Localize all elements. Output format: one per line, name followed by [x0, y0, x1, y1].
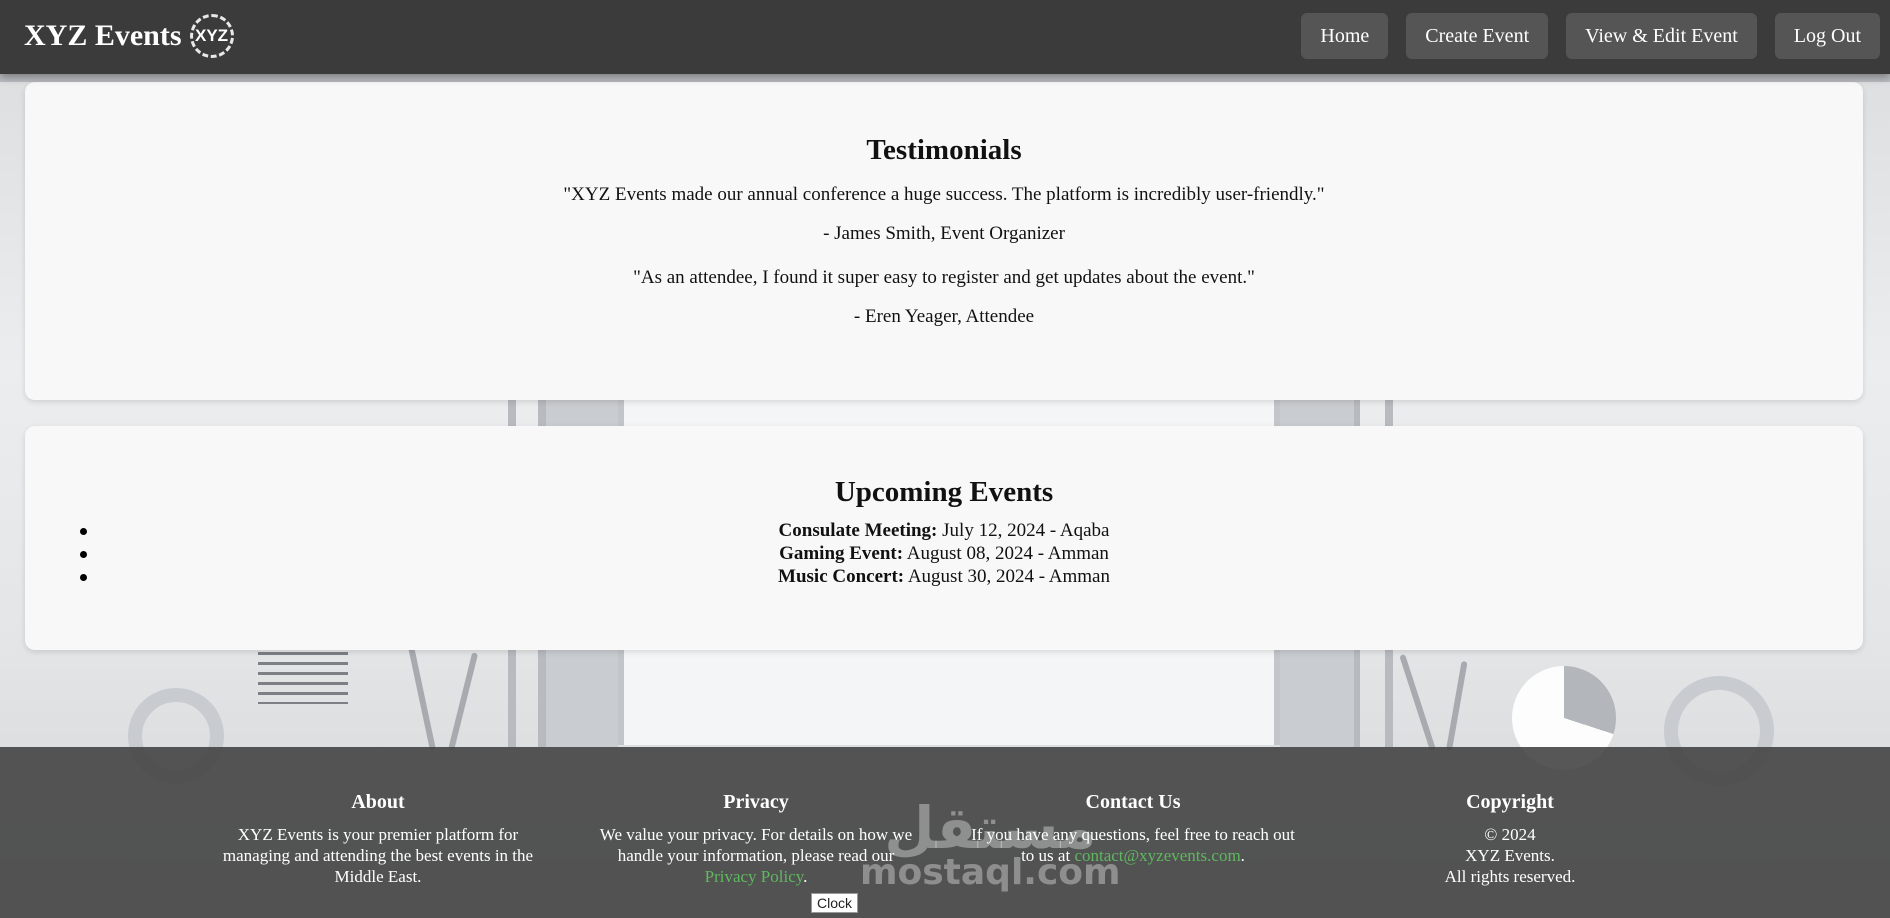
footer-privacy-title: Privacy — [723, 791, 789, 813]
footer-privacy-text: We value your privacy. For details on ho… — [599, 825, 913, 886]
footer-privacy: Privacy We value your privacy. For detai… — [591, 791, 921, 887]
clock-button[interactable]: Clock — [811, 893, 859, 913]
nav-view-edit-event-button[interactable]: View & Edit Event — [1566, 13, 1757, 59]
contact-email-link[interactable]: contact@xyzevents.com — [1074, 846, 1240, 865]
top-navbar: XYZ Events XYZ Home Create Event View & … — [0, 0, 1890, 74]
nav-links: Home Create Event View & Edit Event Log … — [1301, 13, 1880, 59]
event-list: Consulate Meeting: July 12, 2024 - Aqaba… — [25, 519, 1863, 588]
event-name: Consulate Meeting: — [778, 520, 938, 541]
event-name: Music Concert: — [778, 566, 905, 587]
footer: About XYZ Events is your premier platfor… — [0, 747, 1890, 918]
event-name: Gaming Event: — [779, 543, 904, 564]
xyz-logo-icon: XYZ — [189, 14, 234, 58]
footer-about-title: About — [351, 791, 405, 813]
footer-contact-title: Contact Us — [1085, 791, 1181, 813]
bullet-icon — [80, 551, 87, 558]
testimonial-author: - James Smith, Event Organizer — [823, 223, 1065, 244]
list-item: Gaming Event: August 08, 2024 - Amman — [25, 542, 1863, 565]
bullet-icon — [80, 528, 87, 535]
testimonial-author: - Eren Yeager, Attendee — [853, 306, 1035, 327]
upcoming-events-title: Upcoming Events — [834, 476, 1054, 508]
privacy-policy-link[interactable]: Privacy Policy — [705, 867, 804, 886]
brand[interactable]: XYZ Events XYZ — [24, 14, 234, 58]
testimonial-quote: "As an attendee, I found it super easy t… — [633, 267, 1255, 288]
footer-contact-text: If you have any questions, feel free to … — [971, 825, 1295, 865]
testimonials-title: Testimonials — [866, 134, 1022, 166]
testimonial-quote: "XYZ Events made our annual conference a… — [563, 184, 1325, 205]
list-item: Consulate Meeting: July 12, 2024 - Aqaba — [25, 519, 1863, 542]
footer-copyright-title: Copyright — [1466, 791, 1554, 813]
footer-copyright-text: © 2024 XYZ Events. All rights reserved. — [1444, 825, 1576, 886]
event-detail: August 30, 2024 - Amman — [904, 566, 1110, 587]
list-item: Music Concert: August 30, 2024 - Amman — [25, 565, 1863, 588]
bullet-icon — [80, 574, 87, 581]
footer-copyright: Copyright © 2024 XYZ Events. All rights … — [1345, 791, 1675, 887]
brand-name: XYZ Events — [24, 19, 182, 52]
testimonials-section: Testimonials "XYZ Events made our annual… — [25, 82, 1863, 400]
upcoming-events-section: Upcoming Events Consulate Meeting: July … — [25, 426, 1863, 650]
event-detail: August 08, 2024 - Amman — [903, 543, 1109, 564]
nav-create-event-button[interactable]: Create Event — [1406, 13, 1549, 59]
nav-home-button[interactable]: Home — [1301, 13, 1389, 59]
event-detail: July 12, 2024 - Aqaba — [937, 520, 1110, 541]
nav-logout-button[interactable]: Log Out — [1774, 13, 1880, 59]
footer-about-text: XYZ Events is your premier platform for … — [222, 825, 534, 886]
footer-about: About XYZ Events is your premier platfor… — [213, 791, 543, 887]
footer-contact: Contact Us If you have any questions, fe… — [968, 791, 1298, 866]
